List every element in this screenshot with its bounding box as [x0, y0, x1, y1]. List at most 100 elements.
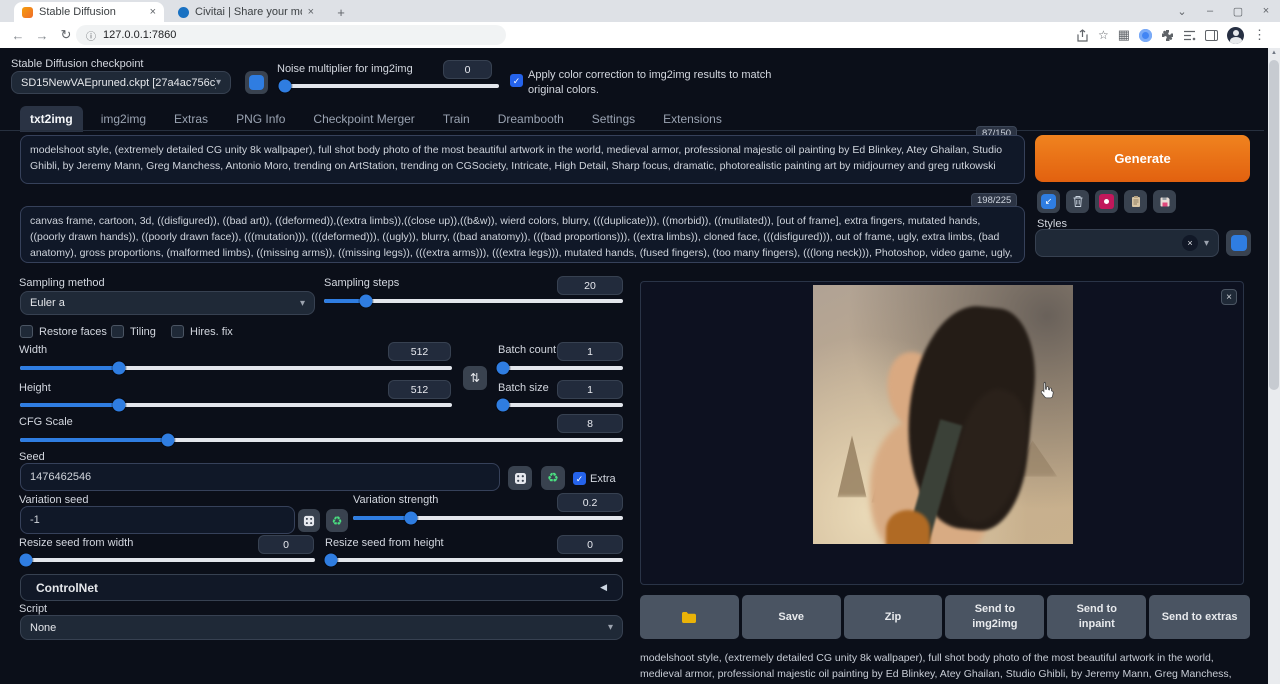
address-bar[interactable]: ⓘ 127.0.0.1:7860 — [76, 25, 506, 45]
window-restore-icon[interactable]: ▢ — [1224, 0, 1252, 22]
send-extras-label: Send to extras — [1162, 610, 1238, 625]
styles-dropdown[interactable]: × ▾ — [1035, 229, 1219, 257]
reuse-seed-button[interactable]: ♻ — [541, 466, 565, 490]
resize-seed-width-slider[interactable] — [20, 558, 315, 562]
sampling-steps-input[interactable]: 20 — [557, 276, 623, 295]
styles-refresh-button[interactable] — [1226, 230, 1251, 256]
reload-icon[interactable]: ↻ — [54, 23, 78, 47]
random-seed-button[interactable] — [508, 466, 532, 490]
dice-icon — [303, 515, 315, 527]
variation-strength-slider[interactable] — [353, 516, 623, 520]
height-slider[interactable] — [20, 403, 452, 407]
generation-info-text: modelshoot style, (extremely detailed CG… — [640, 650, 1244, 684]
tab-img2img[interactable]: img2img — [91, 106, 156, 132]
tab-checkpoint-merger[interactable]: Checkpoint Merger — [303, 106, 424, 132]
noise-multiplier-input[interactable]: 0 — [443, 60, 492, 79]
bookmark-star-icon[interactable]: ☆ — [1098, 28, 1109, 42]
variation-seed-input[interactable]: -1 — [20, 506, 295, 534]
checkpoint-dropdown[interactable]: SD15NewVAEpruned.ckpt [27a4ac756c] ▾ — [11, 71, 231, 94]
window-menu-chevron-icon[interactable]: ⌄ — [1168, 0, 1196, 22]
tab-settings[interactable]: Settings — [582, 106, 645, 132]
generate-button[interactable]: Generate — [1035, 135, 1250, 182]
negative-prompt-textarea[interactable]: canvas frame, cartoon, 3d, ((disfigured)… — [21, 207, 1024, 262]
swap-dimensions-button[interactable]: ⇅ — [463, 366, 487, 390]
hires-fix-checkbox[interactable] — [171, 325, 184, 338]
sampling-steps-slider[interactable] — [324, 299, 623, 303]
variation-reuse-seed-button[interactable]: ♻ — [326, 509, 348, 532]
cfg-scale-slider[interactable] — [20, 438, 623, 442]
sampling-method-dropdown[interactable]: Euler a ▾ — [20, 291, 315, 315]
tab-extensions[interactable]: Extensions — [653, 106, 732, 132]
tab-close-icon[interactable]: × — [308, 6, 314, 18]
checkpoint-refresh-button[interactable] — [245, 71, 268, 94]
controlnet-accordion[interactable]: ControlNet ◀ — [20, 574, 623, 601]
flower-card-icon — [1099, 194, 1114, 209]
back-icon[interactable]: ← — [6, 23, 30, 47]
window-minimize-icon[interactable]: – — [1196, 0, 1224, 22]
site-info-icon[interactable]: ⓘ — [86, 28, 96, 43]
noise-multiplier-slider[interactable] — [281, 84, 499, 88]
tab-dreambooth[interactable]: Dreambooth — [488, 106, 574, 132]
extension-blue-icon[interactable] — [1139, 29, 1152, 42]
tab-close-icon[interactable]: × — [150, 6, 156, 18]
reading-list-icon[interactable] — [1183, 30, 1196, 41]
extension-grid-icon[interactable]: ▦ — [1118, 27, 1130, 43]
width-slider[interactable] — [20, 366, 452, 370]
zip-button[interactable]: Zip — [844, 595, 943, 639]
prompt-textarea[interactable]: modelshoot style, (extremely detailed CG… — [21, 136, 1024, 183]
new-tab-button[interactable]: + — [332, 3, 350, 21]
zip-label: Zip — [885, 610, 902, 625]
toolbar-right-icons: ☆ ▦ ⋮ — [1076, 22, 1266, 48]
extra-networks-button[interactable] — [1095, 190, 1118, 213]
clear-styles-icon[interactable]: × — [1182, 235, 1198, 251]
tab-extras[interactable]: Extras — [164, 106, 218, 132]
read-parameters-button[interactable]: ↙ — [1037, 190, 1060, 213]
close-gallery-icon[interactable]: × — [1221, 289, 1237, 305]
send-to-inpaint-button[interactable]: Send to inpaint — [1047, 595, 1146, 639]
tab-txt2img[interactable]: txt2img — [20, 106, 83, 132]
batch-count-input[interactable]: 1 — [557, 342, 623, 361]
page-scrollbar[interactable]: ▲ — [1268, 48, 1280, 684]
open-folder-button[interactable] — [640, 595, 739, 639]
batch-size-input[interactable]: 1 — [557, 380, 623, 399]
scrollbar-up-arrow[interactable]: ▲ — [1268, 50, 1280, 56]
height-input[interactable]: 512 — [388, 380, 451, 399]
save-style-button[interactable] — [1153, 190, 1176, 213]
extensions-puzzle-icon[interactable] — [1161, 29, 1174, 42]
width-input[interactable]: 512 — [388, 342, 451, 361]
batch-count-slider[interactable] — [498, 366, 623, 370]
browser-tab-stable-diffusion[interactable]: Stable Diffusion × — [14, 2, 164, 22]
script-dropdown[interactable]: None ▾ — [20, 615, 623, 640]
generated-image[interactable] — [813, 285, 1073, 544]
cfg-scale-input[interactable]: 8 — [557, 414, 623, 433]
tiling-checkbox[interactable] — [111, 325, 124, 338]
batch-size-slider[interactable] — [498, 403, 623, 407]
variation-random-seed-button[interactable] — [298, 509, 320, 532]
share-icon[interactable] — [1076, 29, 1089, 42]
tab-train[interactable]: Train — [433, 106, 480, 132]
color-correction-checkbox[interactable]: ✓ — [510, 74, 523, 87]
send-to-img2img-button[interactable]: Send to img2img — [945, 595, 1044, 639]
restore-faces-checkbox[interactable] — [20, 325, 33, 338]
tab-png-info[interactable]: PNG Info — [226, 106, 295, 132]
browser-menu-kebab-icon[interactable]: ⋮ — [1253, 27, 1266, 43]
save-button[interactable]: Save — [742, 595, 841, 639]
forward-icon[interactable]: → — [30, 23, 54, 47]
variation-seed-value: -1 — [30, 514, 40, 526]
resize-seed-height-slider[interactable] — [325, 558, 623, 562]
send-to-extras-button[interactable]: Send to extras — [1149, 595, 1250, 639]
variation-strength-input[interactable]: 0.2 — [557, 493, 623, 512]
scrollbar-thumb[interactable] — [1269, 60, 1279, 390]
window-close-icon[interactable]: × — [1252, 0, 1280, 22]
prompt-tool-row: ↙ — [1037, 190, 1176, 213]
profile-avatar[interactable] — [1227, 27, 1244, 44]
resize-seed-height-input[interactable]: 0 — [557, 535, 623, 554]
resize-seed-width-input[interactable]: 0 — [258, 535, 314, 554]
browser-tab-civitai[interactable]: Civitai | Share your models × — [170, 2, 322, 22]
extra-seed-checkbox[interactable]: ✓ — [573, 472, 586, 485]
prompt-box: modelshoot style, (extremely detailed CG… — [20, 135, 1025, 184]
clear-prompt-button[interactable] — [1066, 190, 1089, 213]
seed-input[interactable]: 1476462546 — [20, 463, 500, 491]
apply-style-button[interactable] — [1124, 190, 1147, 213]
side-panel-icon[interactable] — [1205, 30, 1218, 41]
